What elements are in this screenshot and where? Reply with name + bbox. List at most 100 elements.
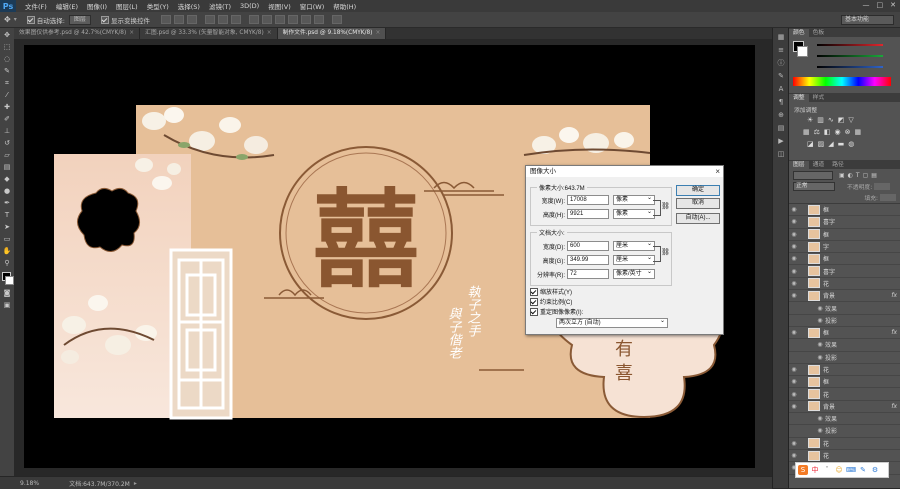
eye-icon[interactable]: ◉	[789, 280, 799, 287]
tab-document-2[interactable]: 汇图.psd @ 33.3% (矢量智能对象, CMYK/8) ×	[140, 28, 278, 39]
shape-tool-icon[interactable]: ▭	[2, 235, 12, 244]
history-icon[interactable]: ▦	[777, 34, 785, 41]
layer-filter-select[interactable]	[793, 170, 833, 180]
move-tool-icon[interactable]: ✥	[4, 15, 11, 24]
align-hcenter-icon[interactable]	[217, 15, 228, 24]
tab-color[interactable]: 颜色	[789, 29, 809, 37]
properties-icon[interactable]: ≡	[777, 47, 785, 54]
spectrum-bar[interactable]	[793, 77, 891, 86]
layer-effect-row[interactable]: ◉ 效果	[789, 339, 900, 352]
distribute-bottom-icon[interactable]	[274, 15, 285, 24]
path-select-tool-icon[interactable]: ➤	[2, 223, 12, 232]
photo-filter-icon[interactable]: ◉	[835, 128, 841, 136]
eyedropper-tool-icon[interactable]: ⁄	[2, 91, 12, 100]
distribute-top-icon[interactable]	[248, 15, 259, 24]
show-transform-checkbox[interactable]	[100, 15, 111, 24]
curves-icon[interactable]: ∿	[828, 116, 834, 124]
height-px-input[interactable]: 9921	[567, 209, 609, 219]
menu-type[interactable]: 类型(Y)	[147, 1, 169, 11]
tab-document-1[interactable]: 效果图仅供参考.psd @ 42.7%(CMYK/8) ×	[14, 28, 141, 39]
move-tool-icon[interactable]: ✥	[2, 31, 12, 40]
chevron-down-icon[interactable]: ▾	[14, 16, 17, 23]
clone-source-icon[interactable]: ⊕	[777, 112, 785, 119]
minimize-button[interactable]: —	[863, 1, 870, 9]
layer-row[interactable]: ◉ 框	[789, 376, 900, 389]
tab-adjustments[interactable]: 调整	[789, 94, 809, 102]
maximize-button[interactable]: □	[877, 1, 884, 9]
ime-punct-icon[interactable]: ˇ	[822, 465, 832, 475]
menu-view[interactable]: 视图(V)	[268, 1, 291, 11]
eye-icon[interactable]: ◉	[789, 255, 799, 262]
workspace-switcher[interactable]: 基本功能	[841, 15, 894, 25]
auto-select-checkbox[interactable]	[26, 15, 37, 24]
layer-effect-row[interactable]: ◉ 投影	[789, 352, 900, 364]
brush-preset-icon[interactable]: ✎	[777, 73, 785, 80]
fx-icon[interactable]: fx	[891, 329, 897, 336]
ime-keyboard-icon[interactable]: ⌨	[846, 465, 856, 475]
menu-window[interactable]: 窗口(W)	[300, 1, 325, 11]
zoom-tool-icon[interactable]: ⚲	[2, 259, 12, 268]
close-button[interactable]: ✕	[890, 1, 896, 9]
layer-row[interactable]: ◉ 喜字	[789, 216, 900, 229]
ime-mode-button[interactable]: 中	[810, 465, 820, 475]
align-bottom-icon[interactable]	[186, 15, 197, 24]
layer-row[interactable]: ◉ 字	[789, 241, 900, 254]
close-icon[interactable]: ×	[129, 30, 134, 36]
resolution-unit-select[interactable]: 像素/英寸	[613, 268, 655, 279]
color-lookup-icon[interactable]: ▦	[855, 128, 862, 136]
layer-row[interactable]: ◉ 框	[789, 229, 900, 241]
menu-filter[interactable]: 滤镜(T)	[209, 1, 231, 11]
close-icon[interactable]: ×	[375, 30, 380, 36]
gradient-tool-icon[interactable]: ▤	[2, 163, 12, 172]
black-white-icon[interactable]: ◧	[824, 128, 831, 136]
eye-icon[interactable]: ◉	[789, 440, 799, 447]
ime-settings-icon[interactable]: ⚙	[870, 465, 880, 475]
layer-row[interactable]: ◉ 背景 fx	[789, 290, 900, 303]
layer-row[interactable]: ◉ 花	[789, 438, 900, 450]
marquee-tool-icon[interactable]: ⬚	[2, 43, 12, 52]
layer-row[interactable]: ◉ 花	[789, 388, 900, 401]
menu-file[interactable]: 文件(F)	[25, 1, 47, 11]
eye-icon[interactable]: ◉	[789, 206, 799, 213]
resample-checkbox[interactable]: 重定图像像素(I):	[530, 307, 583, 316]
close-icon[interactable]: ×	[715, 166, 720, 177]
tab-swatches[interactable]: 色板	[809, 29, 829, 37]
opacity-input[interactable]	[874, 183, 891, 190]
auto-select-dropdown[interactable]: 图层	[68, 14, 91, 25]
crop-tool-icon[interactable]: ⌗	[2, 79, 12, 88]
layer-row[interactable]: ◉ 背景 fx	[789, 401, 900, 414]
eye-icon[interactable]: ◉	[789, 218, 799, 225]
tab-layers[interactable]: 图层	[789, 161, 809, 169]
lasso-tool-icon[interactable]: ◌	[2, 55, 12, 64]
eye-icon[interactable]: ◉	[789, 378, 799, 385]
hand-tool-icon[interactable]: ✋	[2, 247, 12, 256]
eye-icon[interactable]: ◉	[789, 329, 799, 336]
navigator-icon[interactable]: ◫	[777, 151, 785, 158]
eye-icon[interactable]: ◉	[789, 243, 799, 250]
eraser-tool-icon[interactable]: ▱	[2, 151, 12, 160]
menu-image[interactable]: 图像(I)	[87, 1, 107, 11]
layer-row[interactable]: ◉ 花	[789, 364, 900, 377]
character-icon[interactable]: A	[777, 86, 785, 93]
ok-button[interactable]: 确定	[676, 185, 720, 196]
doc-height-unit-select[interactable]: 厘米	[613, 254, 655, 265]
ime-logo-icon[interactable]: S	[798, 465, 808, 475]
auto-align-icon[interactable]	[331, 15, 342, 24]
actions-icon[interactable]: ▶	[777, 138, 785, 145]
distribute-left-icon[interactable]	[287, 15, 298, 24]
filter-adjust-icon[interactable]: ◐	[848, 172, 853, 179]
dodge-tool-icon[interactable]: ●	[2, 187, 12, 196]
doc-height-input[interactable]: 349.99	[567, 255, 609, 265]
align-vcenter-icon[interactable]	[173, 15, 184, 24]
color-balance-icon[interactable]: ⚖	[814, 128, 820, 136]
color-bg-swatch[interactable]	[797, 46, 808, 57]
doc-width-unit-select[interactable]: 厘米	[613, 240, 655, 251]
zoom-level[interactable]: 9.18%	[20, 480, 39, 487]
scale-styles-checkbox[interactable]: 缩放样式(Y)	[530, 287, 572, 296]
layer-row[interactable]: ◉ 花	[789, 450, 900, 463]
layer-row[interactable]: ◉ 花	[789, 278, 900, 291]
eye-icon[interactable]: ◉	[789, 403, 799, 410]
constrain-proportions-checkbox[interactable]: 约束比例(C)	[530, 297, 572, 306]
filter-smart-icon[interactable]: ▤	[871, 172, 877, 179]
history-brush-icon[interactable]: ↺	[2, 139, 12, 148]
